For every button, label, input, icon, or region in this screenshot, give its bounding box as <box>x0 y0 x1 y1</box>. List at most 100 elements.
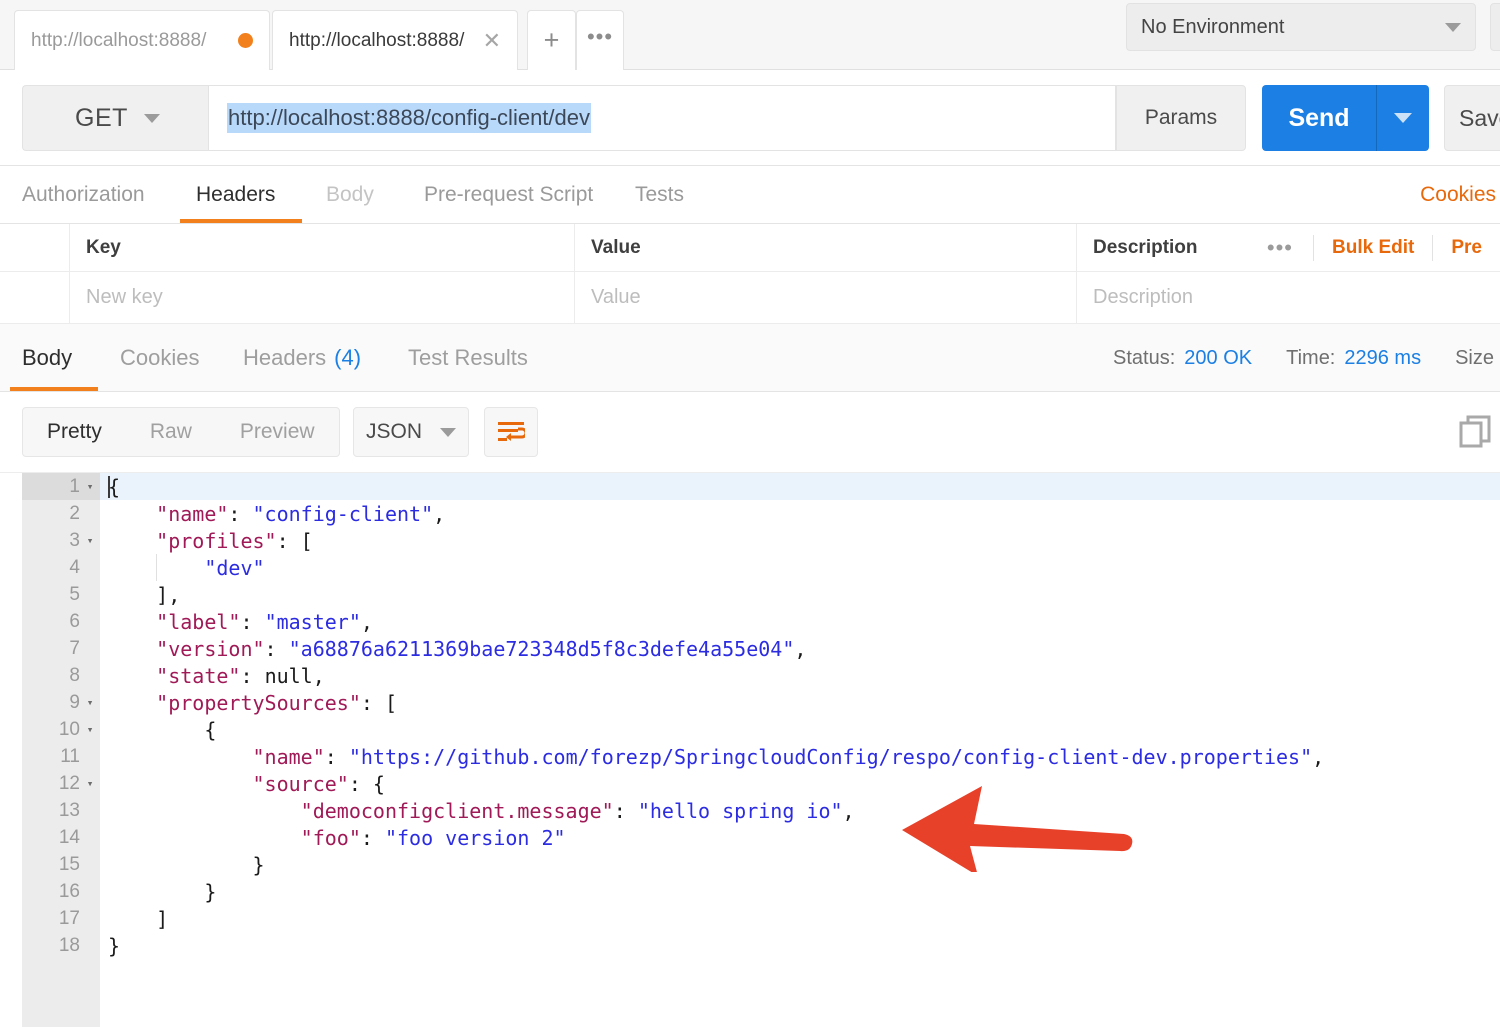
plus-icon: + <box>543 25 560 55</box>
view-mode-raw[interactable]: Raw <box>126 420 216 444</box>
headers-table-new-row: New key Value Description <box>0 272 1500 324</box>
response-tab-cookies-label: Cookies <box>120 345 200 370</box>
environment-select[interactable]: No Environment <box>1126 3 1476 51</box>
tab-headers[interactable]: Headers <box>196 166 275 224</box>
new-value-placeholder: Value <box>591 286 641 308</box>
code-token: , <box>433 501 446 526</box>
tab-authorization[interactable]: Authorization <box>22 166 145 224</box>
code-token: : [ <box>360 690 397 715</box>
save-button[interactable]: Save <box>1444 85 1500 151</box>
code-line: 18} <box>0 932 1500 959</box>
code-token: "https://github.com/forezp/SpringcloudCo… <box>348 744 1313 769</box>
code-fold-toggle-icon[interactable]: ▾ <box>84 473 96 500</box>
close-icon[interactable]: ✕ <box>483 29 501 52</box>
code-line-number: 4 <box>69 556 80 578</box>
chevron-down-icon <box>440 427 456 437</box>
response-tab-headers[interactable]: Headers (4) <box>243 324 361 392</box>
size-label: Size <box>1455 346 1494 369</box>
cookies-link-label: Cookies <box>1420 183 1496 206</box>
code-line-number: 14 <box>58 826 80 848</box>
response-body-code-viewer[interactable]: 1 ▾{2 "name": "config-client", 3 ▾ "profile… <box>0 472 1500 1027</box>
request-tab-1[interactable]: http://localhost:8888/ <box>14 10 270 70</box>
tab-body-label: Body <box>326 183 374 206</box>
column-value: Value <box>575 224 1077 271</box>
new-description-input[interactable]: Description <box>1077 272 1500 323</box>
code-line: 14 "foo": "foo version 2" <box>0 824 1500 851</box>
code-line-text: "name": "config-client", <box>108 502 445 526</box>
copy-response-button[interactable] <box>1458 414 1492 453</box>
chevron-down-icon <box>1445 22 1461 32</box>
request-section-tabs: Authorization Headers Body Pre-request S… <box>0 166 1500 224</box>
response-tab-bar: Body Cookies Headers (4) Test Results St… <box>0 324 1500 392</box>
request-tab-2[interactable]: http://localhost:8888/ ✕ <box>272 10 518 70</box>
code-line-text: "democonfigclient.message": "hello sprin… <box>108 799 855 823</box>
size-badge: Size <box>1455 347 1494 370</box>
params-button-label: Params <box>1144 106 1218 129</box>
code-fold-toggle-icon[interactable]: ▾ <box>84 770 96 797</box>
tab-tests[interactable]: Tests <box>635 166 684 224</box>
code-line-text: } <box>108 853 265 877</box>
code-line: 3 ▾ "profiles": [ <box>0 527 1500 554</box>
row-checkbox-cell[interactable] <box>0 272 70 323</box>
new-tab-button[interactable]: + <box>527 10 576 70</box>
response-tab-body[interactable]: Body <box>22 324 72 392</box>
status-label: Status: <box>1113 346 1176 369</box>
time-badge: Time: 2296 ms <box>1286 347 1421 370</box>
code-line-number: 13 <box>58 799 80 821</box>
code-line-number: 15 <box>58 853 80 875</box>
code-line-text: "foo": "foo version 2" <box>108 826 566 850</box>
bulk-edit-button[interactable]: Bulk Edit <box>1314 237 1432 259</box>
code-line-text: "propertySources": [ <box>108 691 397 715</box>
environment-area: No Environment <box>1110 0 1500 70</box>
code-line-text: "name": "https://github.com/forezp/Sprin… <box>108 744 1325 769</box>
response-view-mode-group: Pretty Raw Preview <box>22 407 340 457</box>
cookies-link[interactable]: Cookies <box>1420 166 1500 224</box>
params-button[interactable]: Params <box>1116 85 1246 151</box>
view-mode-preview[interactable]: Preview <box>216 420 339 444</box>
code-token: : <box>613 798 638 823</box>
wrap-lines-button[interactable] <box>484 407 538 457</box>
new-value-input[interactable]: Value <box>575 272 1077 323</box>
active-tab-underline <box>180 219 302 223</box>
presets-button[interactable]: Pre <box>1433 237 1500 259</box>
response-tab-cookies[interactable]: Cookies <box>120 324 199 392</box>
headers-more-icon[interactable]: ••• <box>1247 235 1313 261</box>
code-token: "profiles" <box>156 528 277 553</box>
code-line-number: 10 <box>58 718 80 740</box>
code-token: , <box>360 609 373 634</box>
code-fold-toggle-icon[interactable]: ▾ <box>84 689 96 716</box>
code-line-number: 3 <box>69 529 80 551</box>
code-token: "dev" <box>204 555 265 580</box>
code-fold-toggle-icon[interactable]: ▾ <box>84 716 96 743</box>
new-key-input[interactable]: New key <box>70 272 575 323</box>
url-input[interactable]: http://localhost:8888/config-client/dev <box>208 85 1116 151</box>
code-line-number: 7 <box>69 637 80 659</box>
tab-headers-label: Headers <box>196 183 276 206</box>
status-value: 200 OK <box>1184 346 1253 369</box>
send-button[interactable]: Send <box>1262 85 1429 151</box>
response-tab-headers-label: Headers <box>243 345 327 370</box>
code-line-text: } <box>108 880 216 904</box>
response-headers-count: (4) <box>334 345 362 370</box>
tab-body[interactable]: Body <box>326 166 374 224</box>
response-format-select[interactable]: JSON <box>353 407 469 457</box>
code-token: "label" <box>156 609 241 634</box>
code-line-number: 9 <box>69 691 80 713</box>
code-token: , <box>842 798 855 823</box>
indent-guide <box>156 554 157 581</box>
response-meta: Status: 200 OK Time: 2296 ms Size <box>1079 324 1500 392</box>
status-badge: Status: 200 OK <box>1113 347 1252 370</box>
code-line-number: 11 <box>60 745 80 767</box>
tab-more-button[interactable]: ••• <box>576 10 624 70</box>
code-fold-toggle-icon[interactable]: ▾ <box>84 527 96 554</box>
code-line: 8 "state": null, <box>0 662 1500 689</box>
column-key-label: Key <box>86 236 121 258</box>
tab-pre-request-script[interactable]: Pre-request Script <box>424 166 593 224</box>
environment-quick-look-button[interactable] <box>1490 3 1500 51</box>
http-method-select[interactable]: GET <box>22 85 208 151</box>
code-token: "hello spring io" <box>637 798 843 823</box>
view-mode-pretty[interactable]: Pretty <box>23 420 126 444</box>
response-tab-test-results[interactable]: Test Results <box>408 324 528 392</box>
url-bar: GET http://localhost:8888/config-client/… <box>0 70 1500 166</box>
send-options-button[interactable] <box>1377 113 1429 123</box>
